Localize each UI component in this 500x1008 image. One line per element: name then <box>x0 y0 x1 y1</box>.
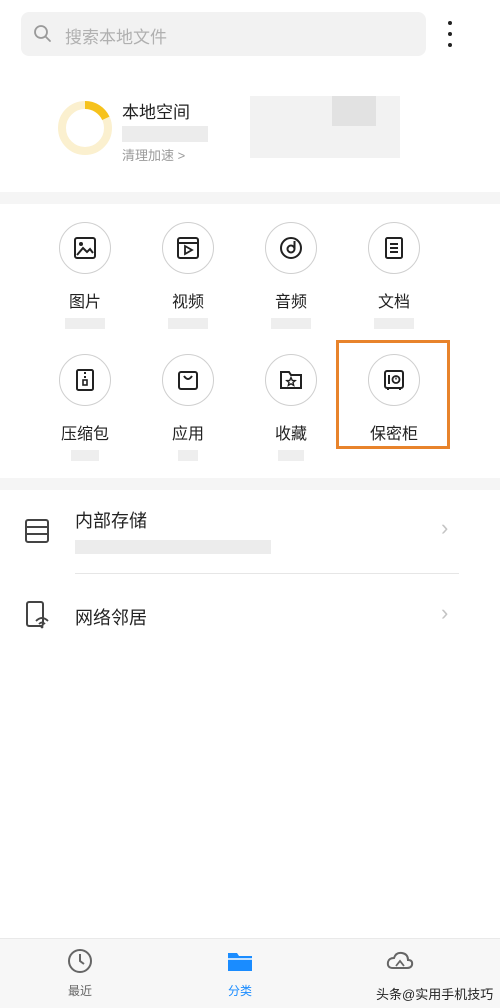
count-redacted <box>178 450 198 461</box>
count-redacted <box>71 450 99 461</box>
category-label: 音频 <box>274 294 307 311</box>
clock-icon <box>66 949 94 979</box>
row-divider <box>75 573 459 574</box>
search-icon <box>33 24 53 49</box>
section-divider <box>0 478 500 490</box>
clean-accelerate-link[interactable]: 清理加速 > <box>122 145 185 164</box>
count-redacted <box>65 318 105 329</box>
count-redacted <box>374 318 414 329</box>
highlight-box <box>336 340 450 449</box>
category-label: 图片 <box>68 294 101 311</box>
nav-cloud[interactable] <box>360 947 440 980</box>
storage-icon <box>24 517 50 550</box>
app-bag-icon <box>162 354 214 406</box>
image-icon <box>59 222 111 274</box>
location-network[interactable]: 网络邻居 › <box>0 578 500 654</box>
count-redacted <box>278 450 304 461</box>
favorites-icon <box>265 354 317 406</box>
nav-label: 最近 <box>67 984 92 998</box>
audio-icon <box>265 222 317 274</box>
chevron-right-icon: › <box>441 600 449 625</box>
category-label: 收藏 <box>274 426 307 443</box>
nav-categories[interactable]: 分类 <box>200 947 280 999</box>
search-input[interactable]: 搜索本地文件 <box>65 23 167 48</box>
storage-usage-redacted <box>75 540 271 554</box>
chevron-right-icon: › <box>441 515 449 540</box>
search-bar[interactable]: 搜索本地文件 <box>21 12 426 56</box>
category-label: 文档 <box>377 294 410 311</box>
storage-stats-redacted <box>250 96 400 158</box>
category-documents[interactable]: 文档 <box>346 222 442 329</box>
storage-stats-redacted-block <box>332 96 376 126</box>
archive-icon <box>59 354 111 406</box>
nav-label: 分类 <box>227 984 252 998</box>
location-internal-storage[interactable]: 内部存储 › <box>0 495 500 571</box>
count-redacted <box>168 318 208 329</box>
category-apps[interactable]: 应用 <box>140 354 236 461</box>
watermark: 头条@实用手机技巧 <box>376 987 494 1002</box>
category-archives[interactable]: 压缩包 <box>37 354 133 461</box>
count-redacted <box>271 318 311 329</box>
location-label: 网络邻居 <box>75 608 147 628</box>
category-label: 视频 <box>171 294 204 311</box>
folder-icon <box>226 953 254 979</box>
category-videos[interactable]: 视频 <box>140 222 236 329</box>
video-icon <box>162 222 214 274</box>
network-device-icon <box>23 600 51 635</box>
storage-usage-redacted <box>122 126 208 142</box>
location-label: 内部存储 <box>75 511 147 531</box>
document-icon <box>368 222 420 274</box>
category-favorites[interactable]: 收藏 <box>243 354 339 461</box>
category-images[interactable]: 图片 <box>37 222 133 329</box>
category-label: 应用 <box>171 426 204 443</box>
section-divider <box>0 192 500 204</box>
category-audio[interactable]: 音频 <box>243 222 339 329</box>
storage-usage-ring <box>57 100 113 161</box>
storage-title: 本地空间 <box>122 103 190 122</box>
nav-recent[interactable]: 最近 <box>40 947 120 999</box>
category-label: 压缩包 <box>60 426 109 443</box>
more-vertical-icon[interactable] <box>440 18 460 52</box>
cloud-icon <box>385 951 415 979</box>
